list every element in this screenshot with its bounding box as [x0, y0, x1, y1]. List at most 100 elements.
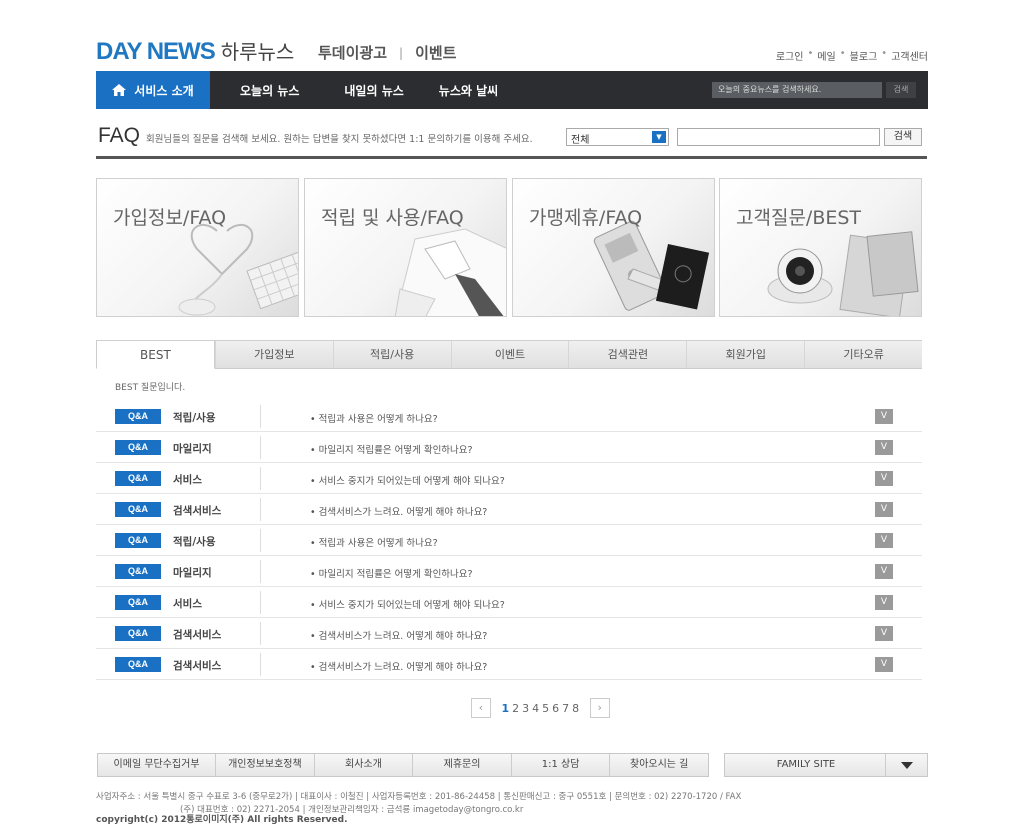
nav-item-tomorrow-news[interactable]: 내일의 뉴스 [344, 82, 403, 99]
qa-category: 적립/사용 [173, 412, 216, 424]
qa-badge: Q&A [115, 502, 161, 517]
logo-sub: 하루뉴스 [220, 40, 295, 64]
qa-question[interactable]: • 마일리지 적립률은 어떻게 확인하나요? [310, 566, 473, 580]
qa-divider [260, 591, 261, 614]
qa-question[interactable]: • 서비스 중지가 되어있는데 어떻게 해야 되나요? [310, 597, 505, 611]
site-logo[interactable]: DAY NEWS 하루뉴스 [96, 36, 294, 66]
category-tabs: BEST 가입정보 적립/사용 이벤트 검색관련 회원가입 기타오류 [96, 340, 923, 369]
page-number[interactable]: 1 [502, 702, 510, 715]
family-site-label: FAMILY SITE [776, 759, 836, 770]
expand-toggle-icon[interactable]: V [875, 502, 893, 517]
qa-row[interactable]: Q&A 마일리지 • 마일리지 적립률은 어떻게 확인하나요? V [96, 432, 922, 463]
footer-links: 이메일 무단수집거부 개인정보보호정책 회사소개 제휴문의 1:1 상담 찾아오… [97, 753, 709, 777]
expand-toggle-icon[interactable]: V [875, 471, 893, 486]
card-join-faq[interactable]: 가입정보/FAQ [96, 178, 299, 317]
card-partnership-faq[interactable]: 가맹제휴/FAQ [512, 178, 715, 317]
mail-link[interactable]: 메일 [817, 48, 835, 63]
family-site-select[interactable]: FAMILY SITE [724, 753, 928, 777]
qa-divider [260, 467, 261, 490]
qa-row[interactable]: Q&A 마일리지 • 마일리지 적립률은 어떻게 확인하나요? V [96, 556, 922, 587]
card-points-faq[interactable]: 적립 및 사용/FAQ [304, 178, 507, 317]
expand-toggle-icon[interactable]: V [875, 564, 893, 579]
login-link[interactable]: 로그인 [776, 48, 804, 63]
footer-link-directions[interactable]: 찾아오시는 길 [609, 754, 708, 776]
util-dot: • [881, 48, 888, 59]
nav-search-button[interactable]: 검색 [886, 82, 916, 98]
footer-link-about[interactable]: 회사소개 [313, 754, 413, 776]
tab-signup[interactable]: 회원가입 [686, 341, 805, 368]
footer-link-privacy[interactable]: 개인정보보호정책 [215, 754, 314, 776]
tab-event[interactable]: 이벤트 [450, 341, 569, 368]
qa-badge: Q&A [115, 533, 161, 548]
tab-join-info[interactable]: 가입정보 [214, 341, 333, 368]
tab-search[interactable]: 검색관련 [568, 341, 687, 368]
qa-question[interactable]: • 서비스 중지가 되어있는데 어떻게 해야 되나요? [310, 473, 505, 487]
qa-row[interactable]: Q&A 서비스 • 서비스 중지가 되어있는데 어떻게 해야 되나요? V [96, 587, 922, 618]
qa-category: 검색서비스 [173, 505, 222, 517]
top-link-event[interactable]: 이벤트 [415, 42, 456, 63]
qa-row[interactable]: Q&A 적립/사용 • 적립과 사용은 어떻게 하나요? V [96, 401, 922, 432]
qa-question[interactable]: • 검색서비스가 느려요. 어떻게 해야 하나요? [310, 504, 487, 518]
blog-link[interactable]: 블로그 [850, 48, 878, 63]
nav-search-input[interactable]: 오늘의 중요뉴스를 검색하세요. [712, 82, 882, 98]
faq-category-select[interactable]: 전체 ▼ [566, 128, 669, 146]
footer-link-consult[interactable]: 1:1 상담 [510, 754, 610, 776]
qa-list: Q&A 적립/사용 • 적립과 사용은 어떻게 하나요? V Q&A 마일리지 • 마일리지… [96, 401, 922, 680]
qa-question[interactable]: • 적립과 사용은 어떻게 하나요? [310, 411, 438, 425]
nav-item-today-news[interactable]: 오늘의 뉴스 [240, 82, 299, 99]
qa-question[interactable]: • 적립과 사용은 어떻게 하나요? [310, 535, 438, 549]
nav-item-news-weather[interactable]: 뉴스와 날씨 [439, 82, 498, 99]
footer-link-email-refusal[interactable]: 이메일 무단수집거부 [98, 754, 215, 776]
qa-divider [260, 529, 261, 552]
page-number[interactable]: 2 [512, 702, 519, 715]
expand-toggle-icon[interactable]: V [875, 657, 893, 672]
faq-select-value: 전체 [571, 135, 590, 146]
tab-points[interactable]: 적립/사용 [332, 341, 451, 368]
expand-toggle-icon[interactable]: V [875, 440, 893, 455]
qa-category: 마일리지 [173, 443, 212, 455]
page-number[interactable]: 8 [572, 702, 579, 715]
qa-badge: Q&A [115, 440, 161, 455]
page-number[interactable]: 5 [542, 702, 549, 715]
expand-toggle-icon[interactable]: V [875, 626, 893, 641]
page-number[interactable]: 6 [552, 702, 559, 715]
util-dot: • [839, 48, 846, 59]
qa-question[interactable]: • 검색서비스가 느려요. 어떻게 해야 하나요? [310, 628, 487, 642]
page-number[interactable]: 4 [532, 702, 539, 715]
card-label: 가입정보/FAQ [113, 207, 227, 229]
faq-search-input[interactable] [677, 128, 880, 146]
expand-toggle-icon[interactable]: V [875, 595, 893, 610]
qa-category: 서비스 [173, 598, 202, 610]
qa-category: 마일리지 [173, 567, 212, 579]
prev-page-button[interactable]: ‹ [471, 698, 491, 718]
tab-other-errors[interactable]: 기타오류 [804, 341, 923, 368]
qa-badge: Q&A [115, 657, 161, 672]
qa-row[interactable]: Q&A 서비스 • 서비스 중지가 되어있는데 어떻게 해야 되나요? V [96, 463, 922, 494]
card-customer-best[interactable]: 고객질문/BEST [719, 178, 922, 317]
qa-badge: Q&A [115, 564, 161, 579]
qa-row[interactable]: Q&A 검색서비스 • 검색서비스가 느려요. 어떻게 해야 하나요? V [96, 494, 922, 525]
tab-best[interactable]: BEST [96, 341, 215, 369]
footer-link-partnership[interactable]: 제휴문의 [412, 754, 511, 776]
nav-item-service-intro[interactable]: 서비스 소개 [96, 71, 210, 109]
qa-question[interactable]: • 검색서비스가 느려요. 어떻게 해야 하나요? [310, 659, 487, 673]
home-icon [112, 84, 127, 96]
card-label: 가맹제휴/FAQ [529, 207, 643, 229]
qa-divider [260, 436, 261, 459]
expand-toggle-icon[interactable]: V [875, 533, 893, 548]
qa-row[interactable]: Q&A 검색서비스 • 검색서비스가 느려요. 어떻게 해야 하나요? V [96, 618, 922, 649]
qa-question[interactable]: • 마일리지 적립률은 어떻게 확인하나요? [310, 442, 473, 456]
qa-row[interactable]: Q&A 검색서비스 • 검색서비스가 느려요. 어떻게 해야 하나요? V [96, 649, 922, 680]
top-link-ad[interactable]: 투데이광고 [318, 42, 387, 63]
page-number[interactable]: 7 [562, 702, 569, 715]
card-label: 고객질문/BEST [736, 207, 862, 229]
chevron-down-icon[interactable] [885, 754, 927, 776]
qa-category: 서비스 [173, 474, 202, 486]
faq-search-button[interactable]: 검색 [884, 128, 922, 146]
next-page-button[interactable]: › [589, 698, 610, 718]
support-link[interactable]: 고객센터 [891, 48, 928, 63]
expand-toggle-icon[interactable]: V [875, 409, 893, 424]
page-number[interactable]: 3 [522, 702, 529, 715]
qa-divider [260, 498, 261, 521]
qa-row[interactable]: Q&A 적립/사용 • 적립과 사용은 어떻게 하나요? V [96, 525, 922, 556]
